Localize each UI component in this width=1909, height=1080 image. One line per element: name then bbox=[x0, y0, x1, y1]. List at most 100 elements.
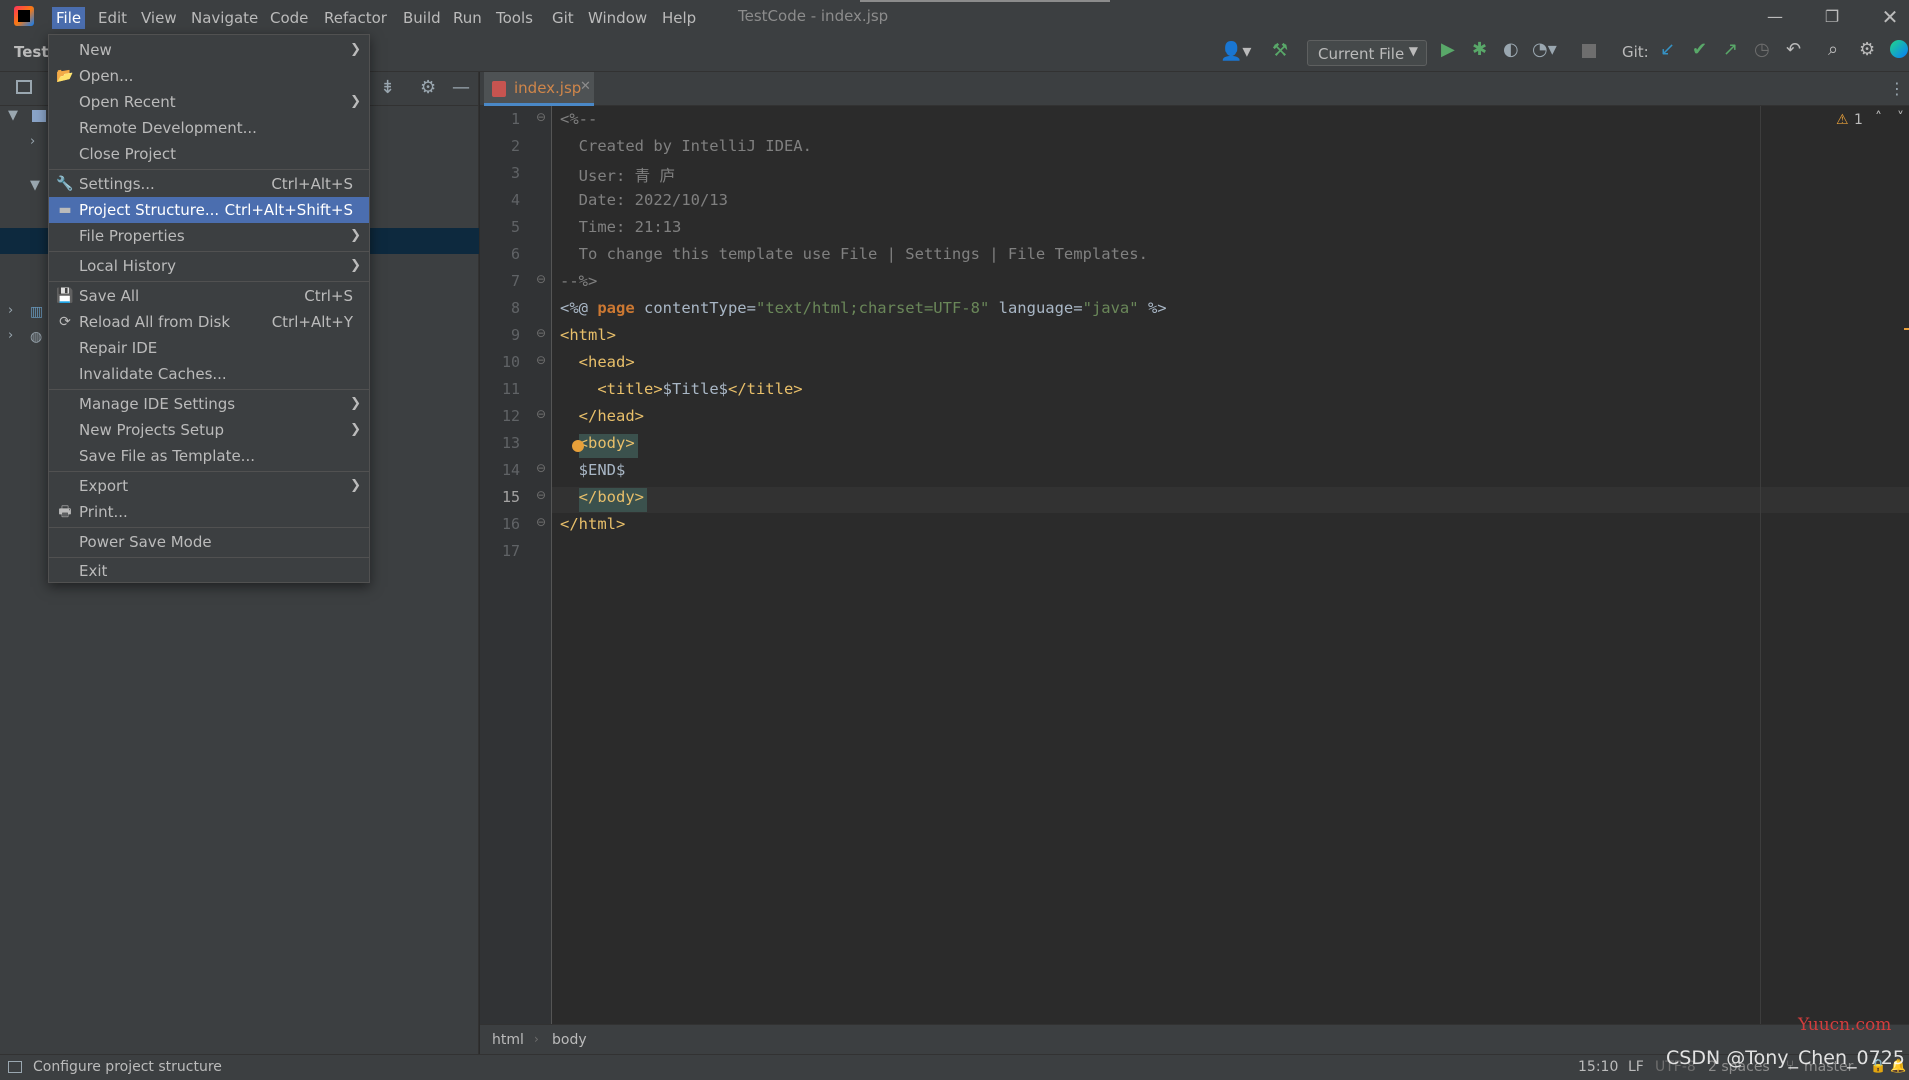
next-highlight-icon[interactable]: ˅ bbox=[1897, 110, 1904, 126]
menu-item-manage-ide-settings[interactable]: Manage IDE Settings ❯ bbox=[49, 391, 369, 417]
menu-item-open-recent[interactable]: Open Recent ❯ bbox=[49, 89, 369, 115]
menu-item-exit[interactable]: Exit bbox=[49, 558, 369, 584]
code-token: %> bbox=[1138, 299, 1167, 317]
run-config-select[interactable]: Current File ▼ bbox=[1307, 40, 1427, 66]
tree-collapse-icon[interactable]: › bbox=[30, 134, 35, 149]
menu-item-remote-development[interactable]: Remote Development... bbox=[49, 115, 369, 141]
line-number: 11 bbox=[501, 380, 520, 398]
tool-windows-icon[interactable] bbox=[8, 1061, 22, 1073]
hide-panel-icon[interactable]: — bbox=[452, 77, 470, 98]
menu-item-invalidate-caches[interactable]: Invalidate Caches... bbox=[49, 361, 369, 387]
menu-item-local-history[interactable]: Local History ❯ bbox=[49, 253, 369, 279]
menu-window[interactable]: Window bbox=[584, 7, 651, 29]
code-editor[interactable]: 1 2 3 4 5 6 7 8 9 10 11 12 13 14 15 16 1… bbox=[480, 106, 1909, 1024]
menu-item-open[interactable]: 📂 Open... bbox=[49, 63, 369, 89]
menu-item-print[interactable]: 🖶 Print... bbox=[49, 499, 369, 525]
tab-index-jsp[interactable]: index.jsp ✕ bbox=[484, 72, 594, 106]
project-name[interactable]: Test bbox=[14, 43, 49, 61]
line-number: 8 bbox=[510, 299, 520, 317]
git-push-icon[interactable]: ↗ bbox=[1723, 39, 1738, 60]
code-line: </head> bbox=[560, 407, 644, 425]
menu-separator bbox=[49, 527, 369, 528]
fold-icon[interactable]: ⊖ bbox=[536, 326, 546, 340]
tab-close-icon[interactable]: ✕ bbox=[580, 79, 591, 94]
menu-item-project-structure[interactable]: ▬ Project Structure... Ctrl+Alt+Shift+S bbox=[49, 197, 369, 223]
menu-item-save-all[interactable]: 💾 Save All Ctrl+S bbox=[49, 283, 369, 309]
rollback-icon[interactable]: ↶ bbox=[1786, 39, 1801, 60]
stop-icon[interactable] bbox=[1582, 44, 1596, 58]
menu-tools[interactable]: Tools bbox=[492, 7, 537, 29]
menu-separator bbox=[49, 389, 369, 390]
build-hammer-icon[interactable]: ⚒ bbox=[1272, 40, 1288, 61]
menu-item-save-as-template[interactable]: Save File as Template... bbox=[49, 443, 369, 469]
warning-count[interactable]: 1 bbox=[1854, 112, 1863, 128]
menu-edit[interactable]: Edit bbox=[94, 7, 131, 29]
menu-refactor[interactable]: Refactor bbox=[320, 7, 391, 29]
git-update-icon[interactable]: ↙ bbox=[1660, 39, 1675, 60]
line-separator[interactable]: LF bbox=[1628, 1059, 1644, 1075]
tree-collapse-icon[interactable]: › bbox=[8, 303, 13, 318]
watermark-yuucn: Yuucn.com bbox=[1798, 1015, 1892, 1035]
menu-item-new[interactable]: New ❯ bbox=[49, 37, 369, 63]
menu-navigate[interactable]: Navigate bbox=[187, 7, 262, 29]
menu-item-power-save-mode[interactable]: Power Save Mode bbox=[49, 529, 369, 555]
prev-highlight-icon[interactable]: ˄ bbox=[1875, 110, 1882, 126]
coverage-icon[interactable]: ◐ bbox=[1503, 39, 1519, 60]
menu-item-reload-all[interactable]: ⟳ Reload All from Disk Ctrl+Alt+Y bbox=[49, 309, 369, 335]
collapse-all-icon[interactable]: ⇟ bbox=[380, 77, 395, 98]
run-icon[interactable]: ▶ bbox=[1441, 39, 1455, 60]
fold-icon[interactable]: ⊖ bbox=[536, 515, 546, 529]
search-icon[interactable]: ⌕ bbox=[1828, 39, 1838, 60]
user-icon[interactable]: 👤▾ bbox=[1220, 41, 1251, 62]
fold-icon[interactable]: ⊖ bbox=[536, 272, 546, 286]
profile-icon[interactable]: ◔▾ bbox=[1532, 39, 1557, 60]
menu-item-settings[interactable]: 🔧 Settings... Ctrl+Alt+S bbox=[49, 171, 369, 197]
line-number: 14 bbox=[501, 461, 520, 479]
tree-expand-icon[interactable]: ▼ bbox=[30, 178, 40, 193]
tree-collapse-icon[interactable]: › bbox=[8, 328, 13, 343]
fold-icon[interactable]: ⊖ bbox=[536, 461, 546, 475]
code-token: <title> bbox=[560, 380, 663, 398]
history-icon[interactable]: ◷ bbox=[1754, 39, 1770, 60]
fold-icon[interactable]: ⊖ bbox=[536, 407, 546, 421]
fold-icon[interactable]: ⊖ bbox=[536, 488, 546, 502]
fold-icon[interactable]: ⊖ bbox=[536, 110, 546, 124]
restore-icon[interactable]: ❐ bbox=[1812, 4, 1852, 30]
submenu-arrow-icon: ❯ bbox=[350, 422, 361, 437]
menu-run[interactable]: Run bbox=[449, 7, 486, 29]
plugin-icon[interactable] bbox=[1890, 40, 1908, 58]
menu-item-file-properties[interactable]: File Properties ❯ bbox=[49, 223, 369, 249]
line-number: 7 bbox=[510, 272, 520, 290]
menu-item-new-projects-setup[interactable]: New Projects Setup ❯ bbox=[49, 417, 369, 443]
code-token: page bbox=[597, 299, 635, 317]
warning-icon[interactable]: ⚠ bbox=[1836, 112, 1849, 128]
git-commit-icon[interactable]: ✔ bbox=[1692, 39, 1707, 60]
menu-git[interactable]: Git bbox=[548, 7, 578, 29]
settings-gear-icon[interactable]: ⚙ bbox=[1859, 39, 1875, 60]
breadcrumb-item[interactable]: html bbox=[492, 1032, 524, 1048]
scrollbar-warning-marker[interactable] bbox=[1904, 328, 1909, 330]
code-line: </body> bbox=[560, 488, 644, 506]
line-number: 2 bbox=[510, 137, 520, 155]
menu-item-repair-ide[interactable]: Repair IDE bbox=[49, 335, 369, 361]
jsp-file-icon bbox=[492, 81, 506, 97]
close-icon[interactable]: ✕ bbox=[1870, 4, 1909, 30]
panel-gear-icon[interactable]: ⚙ bbox=[420, 77, 436, 98]
menu-build[interactable]: Build bbox=[399, 7, 445, 29]
menu-view[interactable]: View bbox=[137, 7, 181, 29]
menu-code[interactable]: Code bbox=[266, 7, 312, 29]
intention-bulb-icon[interactable] bbox=[572, 440, 584, 452]
menu-item-close-project[interactable]: Close Project bbox=[49, 141, 369, 167]
tree-expand-icon[interactable]: ▼ bbox=[8, 108, 18, 123]
menu-help[interactable]: Help bbox=[658, 7, 700, 29]
caret-position[interactable]: 15:10 bbox=[1578, 1059, 1618, 1075]
project-view-icon[interactable] bbox=[16, 80, 32, 94]
fold-icon[interactable]: ⊖ bbox=[536, 353, 546, 367]
menu-file[interactable]: File bbox=[52, 7, 86, 29]
minimize-icon[interactable]: — bbox=[1755, 4, 1795, 30]
debug-icon[interactable]: ✱ bbox=[1472, 39, 1487, 60]
breadcrumb-item[interactable]: body bbox=[552, 1032, 587, 1048]
menu-item-export[interactable]: Export ❯ bbox=[49, 473, 369, 499]
tab-menu-icon[interactable]: ⋮ bbox=[1889, 79, 1905, 98]
breadcrumb-separator-icon: › bbox=[534, 1032, 539, 1046]
